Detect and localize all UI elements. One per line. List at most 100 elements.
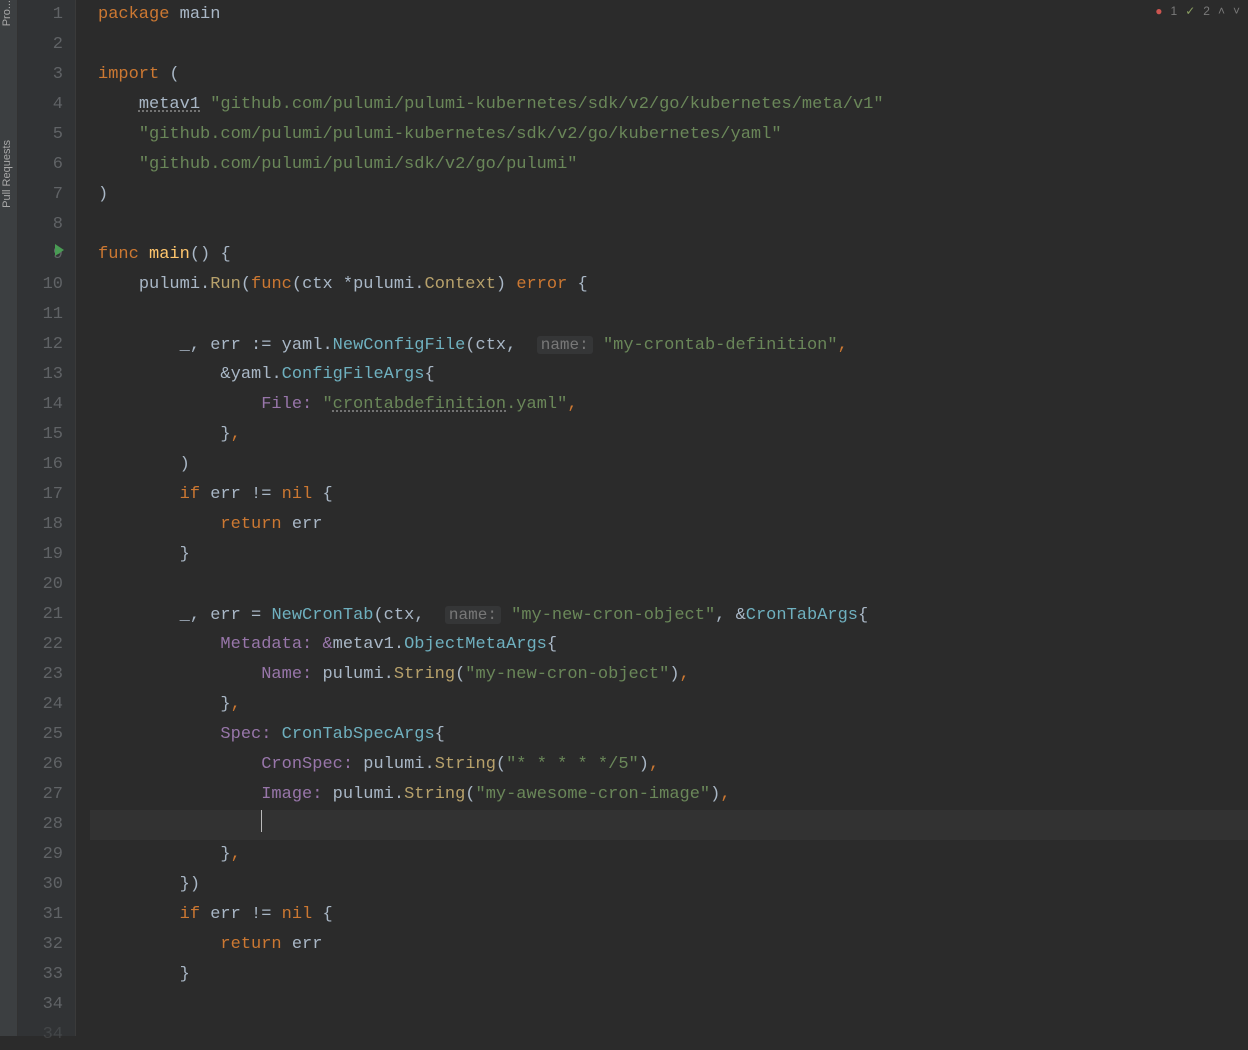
token-string: "github.com/pulumi/pulumi-kubernetes/sdk… (139, 125, 782, 144)
line-number[interactable]: 28 (18, 810, 75, 840)
code-line[interactable] (90, 210, 1248, 240)
token-function: main (149, 245, 190, 264)
line-number[interactable]: 9 (18, 240, 75, 270)
code-line[interactable]: Image: pulumi.String("my-awesome-cron-im… (90, 780, 1248, 810)
code-line[interactable]: return err (90, 510, 1248, 540)
line-number[interactable]: 22 (18, 630, 75, 660)
error-icon: ● (1155, 4, 1162, 18)
token-punct: { (322, 485, 332, 504)
code-line[interactable]: Name: pulumi.String("my-new-cron-object"… (90, 660, 1248, 690)
code-line[interactable]: }, (90, 840, 1248, 870)
line-number[interactable]: 20 (18, 570, 75, 600)
line-number[interactable]: 23 (18, 660, 75, 690)
code-line[interactable]: ) (90, 180, 1248, 210)
code-line[interactable]: Spec: CronTabSpecArgs{ (90, 720, 1248, 750)
chevron-up-icon[interactable]: ˄ (1218, 4, 1225, 18)
line-number[interactable]: 5 (18, 120, 75, 150)
code-line[interactable]: "github.com/pulumi/pulumi/sdk/v2/go/pulu… (90, 150, 1248, 180)
token-type: CronTabSpecArgs (282, 725, 435, 744)
line-number[interactable]: 34 (18, 1020, 75, 1050)
line-number[interactable]: 14 (18, 390, 75, 420)
sidebar-tab-pull-requests[interactable]: Pull Requests (1, 140, 13, 208)
token-punct: (ctx, (465, 336, 526, 355)
inspection-widget[interactable]: ●1 ✓2 ˄ ˅ (1155, 4, 1240, 18)
line-number[interactable]: 24 (18, 690, 75, 720)
line-number[interactable]: 15 (18, 420, 75, 450)
play-icon[interactable] (55, 244, 64, 256)
code-line[interactable]: Metadata: &metav1.ObjectMetaArgs{ (90, 630, 1248, 660)
code-line[interactable]: }, (90, 690, 1248, 720)
line-number[interactable]: 1 (18, 0, 75, 30)
line-number[interactable]: 21 (18, 600, 75, 630)
code-line[interactable]: if err != nil { (90, 480, 1248, 510)
line-number[interactable]: 32 (18, 930, 75, 960)
code-line[interactable]: import ( (90, 60, 1248, 90)
token-identifier: _, err := (180, 336, 282, 355)
code-line[interactable]: } (90, 540, 1248, 570)
token-string: "my-awesome-cron-image" (476, 785, 711, 804)
line-number[interactable]: 8 (18, 210, 75, 240)
line-number[interactable]: 18 (18, 510, 75, 540)
inlay-hint: name: (537, 336, 593, 354)
token-field: Name: (261, 665, 322, 684)
token-string: "my-new-cron-object" (465, 665, 669, 684)
code-line[interactable]: pulumi.Run(func(ctx *pulumi.Context) err… (90, 270, 1248, 300)
line-number[interactable]: 27 (18, 780, 75, 810)
code-line[interactable]: } (90, 960, 1248, 990)
token-punct: ) (669, 665, 679, 684)
token-type: CronTabArgs (746, 606, 858, 625)
code-line[interactable] (90, 570, 1248, 600)
token-punct: { (858, 606, 868, 625)
code-line[interactable]: _, err := yaml.NewConfigFile(ctx, name: … (90, 330, 1248, 360)
line-number[interactable]: 25 (18, 720, 75, 750)
sidebar-tab-project[interactable]: Pro... (1, 0, 13, 26)
code-line[interactable]: if err != nil { (90, 900, 1248, 930)
line-number[interactable]: 17 (18, 480, 75, 510)
code-line[interactable]: ) (90, 450, 1248, 480)
token-keyword: if (180, 905, 200, 924)
line-number[interactable]: 7 (18, 180, 75, 210)
token-punct: { (424, 365, 434, 384)
line-number[interactable]: 3 (18, 60, 75, 90)
line-number[interactable]: 29 (18, 840, 75, 870)
token-type: Context (425, 275, 496, 294)
token-punct: , (680, 665, 690, 684)
token-string: "* * * * */5" (506, 755, 639, 774)
chevron-down-icon[interactable]: ˅ (1233, 4, 1240, 18)
token-punct: ) (710, 785, 720, 804)
code-line[interactable]: }, (90, 420, 1248, 450)
line-number[interactable]: 2 (18, 30, 75, 60)
code-line[interactable]: CronSpec: pulumi.String("* * * * */5"), (90, 750, 1248, 780)
token-punct: } (220, 695, 230, 714)
line-number[interactable]: 4 (18, 90, 75, 120)
token-identifier: main (180, 5, 221, 24)
line-number[interactable]: 16 (18, 450, 75, 480)
line-number[interactable]: 34 (18, 990, 75, 1020)
line-number[interactable]: 33 (18, 960, 75, 990)
code-line[interactable] (90, 300, 1248, 330)
code-line[interactable]: File: "crontabdefinition.yaml", (90, 390, 1248, 420)
code-editor[interactable]: package main import ( metav1 "github.com… (90, 0, 1248, 1036)
code-line[interactable]: return err (90, 930, 1248, 960)
line-number[interactable]: 26 (18, 750, 75, 780)
code-line[interactable]: func main() { (90, 240, 1248, 270)
token-punct: , (567, 395, 577, 414)
line-number[interactable]: 10 (18, 270, 75, 300)
line-number[interactable]: 11 (18, 300, 75, 330)
code-line[interactable]: _, err = NewCronTab(ctx, name: "my-new-c… (90, 600, 1248, 630)
token-function: NewCronTab (271, 606, 373, 625)
line-number[interactable]: 30 (18, 870, 75, 900)
code-line[interactable]: metav1 "github.com/pulumi/pulumi-kuberne… (90, 90, 1248, 120)
line-number[interactable]: 12 (18, 330, 75, 360)
code-line[interactable] (90, 810, 1248, 840)
line-number[interactable]: 31 (18, 900, 75, 930)
line-number[interactable]: 6 (18, 150, 75, 180)
code-line[interactable]: "github.com/pulumi/pulumi-kubernetes/sdk… (90, 120, 1248, 150)
code-line[interactable]: package main (90, 0, 1248, 30)
code-line[interactable]: }) (90, 870, 1248, 900)
code-line[interactable] (90, 30, 1248, 60)
token-punct: , (649, 755, 659, 774)
code-line[interactable]: &yaml.ConfigFileArgs{ (90, 360, 1248, 390)
line-number[interactable]: 19 (18, 540, 75, 570)
line-number[interactable]: 13 (18, 360, 75, 390)
